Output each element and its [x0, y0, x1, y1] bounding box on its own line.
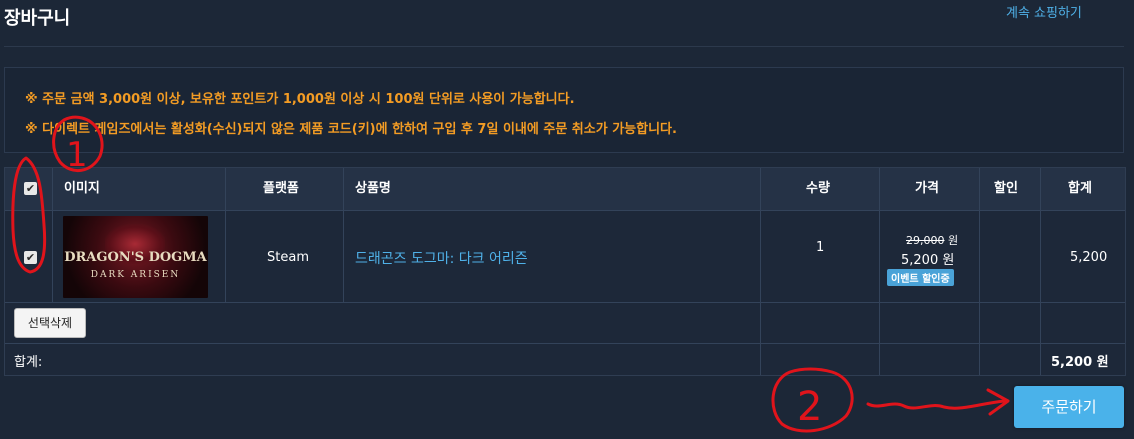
annotation-arrow — [866, 399, 1006, 410]
cart-table: ✔ 이미지 플랫폼 상품명 수량 가격 할인 합계 ✔ DRAGON'S DOG… — [4, 167, 1126, 376]
row-divider — [5, 210, 1125, 211]
event-discount-badge: 이벤트 할인중 — [887, 269, 954, 286]
notice-line: ※ 주문 금액 3,000원 이상, 보유한 포인트가 1,000원 이상 시 … — [25, 92, 575, 107]
continue-shopping-link[interactable]: 계속 쇼핑하기 — [1006, 2, 1082, 21]
table-header: ✔ 이미지 플랫폼 상품명 수량 가격 할인 합계 — [5, 168, 1125, 210]
column-header-product: 상품명 — [355, 181, 391, 196]
column-divider — [343, 168, 344, 302]
page-title: 장바구니 — [4, 8, 71, 29]
delete-selected-button[interactable]: 선택삭제 — [14, 308, 86, 338]
platform-value: Steam — [267, 250, 309, 265]
annotation-arrowhead — [986, 388, 1010, 416]
original-price: 29,000 원 — [906, 232, 958, 248]
product-thumbnail[interactable]: DRAGON'S DOGMA DARK ARISEN — [63, 216, 208, 298]
column-header-platform: 플랫폼 — [263, 181, 299, 196]
row-checkbox[interactable]: ✔ — [24, 251, 37, 264]
notice-box: ※ 주문 금액 3,000원 이상, 보유한 포인트가 1,000원 이상 시 … — [4, 67, 1124, 153]
grand-total: 5,200 원 — [1051, 355, 1109, 370]
annotation-label-2: 2 — [797, 384, 822, 430]
quantity-value: 1 — [816, 240, 825, 255]
original-price-unit: 원 — [948, 234, 959, 247]
column-header-total: 합계 — [1068, 181, 1092, 196]
column-header-image: 이미지 — [64, 181, 100, 196]
select-all-checkbox[interactable]: ✔ — [24, 182, 37, 195]
order-button[interactable]: 주문하기 — [1014, 386, 1124, 428]
row-total: 5,200 — [1070, 250, 1108, 265]
thumbnail-logo-text: DRAGON'S DOGMA — [64, 250, 207, 265]
column-header-quantity: 수량 — [806, 181, 830, 196]
footer-label: 합계: — [14, 355, 43, 370]
divider — [4, 46, 1124, 47]
thumbnail-logo-subtext: DARK ARISEN — [90, 270, 181, 280]
column-divider — [225, 168, 226, 302]
column-header-discount: 할인 — [994, 181, 1018, 196]
product-name-link[interactable]: 드래곤즈 도그마: 다크 어리즌 — [355, 248, 528, 268]
row-divider — [5, 343, 1125, 344]
column-header-price: 가격 — [915, 181, 939, 196]
row-divider — [5, 302, 1125, 303]
original-price-amount: 29,000 — [906, 234, 945, 247]
notice-line: ※ 다이렉트 게임즈에서는 활성화(수신)되지 않은 제품 코드(키)에 한하여… — [25, 122, 677, 137]
sale-price: 5,200 원 — [901, 253, 955, 268]
annotation-circle-2 — [771, 367, 854, 433]
column-divider — [52, 168, 53, 302]
